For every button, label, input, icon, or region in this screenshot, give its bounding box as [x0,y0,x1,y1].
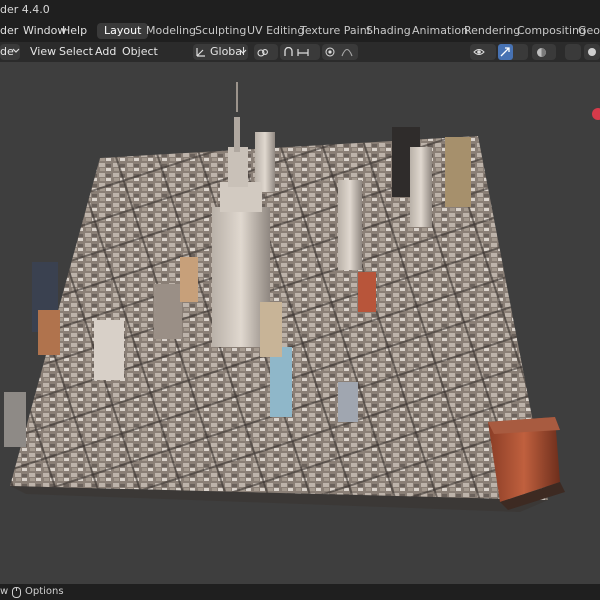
menu-add[interactable]: Add [95,45,116,58]
visibility-dropdown[interactable] [470,44,496,60]
shading-icon [536,47,547,58]
falloff-icon [341,47,353,57]
proportional-edit-icon [325,47,335,57]
menu-help[interactable]: Help [62,24,87,37]
menu-file-partial[interactable]: der [0,24,18,37]
building [270,347,292,417]
transform-orientation-dropdown[interactable]: Global [193,44,248,60]
tab-geometry-nodes[interactable]: Geom [571,23,600,39]
building [445,137,471,207]
building [154,284,182,339]
building [338,180,362,270]
building [180,257,198,302]
building [4,392,26,447]
building [38,310,60,355]
snap-controls[interactable] [280,44,320,60]
mouse-icon [12,587,21,598]
status-options[interactable]: Options [25,586,64,597]
title-bar: der 4.4.0 [0,0,600,20]
menu-object[interactable]: Object [122,45,158,58]
gizmo-icon [498,44,513,60]
viewport-shading-wireframe[interactable] [565,44,581,60]
building [358,272,376,312]
overlay-dropdown[interactable] [532,44,556,60]
top-menu-bar: der Window Help Layout Modeling Sculptin… [0,20,600,42]
viewport-header: de View Select Add Object Global [0,42,600,63]
menu-select[interactable]: Select [59,45,93,58]
gizmo-toggle[interactable] [498,44,528,60]
pivot-icon [257,47,268,58]
status-bar: w Options [0,584,600,600]
pivot-point-dropdown[interactable] [254,44,278,60]
menu-view[interactable]: View [30,45,56,58]
building [410,147,432,227]
viewport-shading-solid[interactable] [584,44,600,60]
menu-window[interactable]: Window [23,24,66,37]
snap-icon [283,47,294,58]
building [338,382,358,422]
chevron-down-icon [239,48,247,56]
snap-target-icon [297,47,309,58]
proportional-edit-controls[interactable] [322,44,358,60]
navigation-gizmo-x-axis[interactable] [592,108,600,120]
chevron-down-icon [12,47,20,55]
building [94,320,124,380]
status-left-text: w [0,586,9,597]
transform-orientation-icon [196,47,206,57]
city-model [4,82,565,512]
app-title: der 4.4.0 [0,3,50,16]
viewport-shading-solid-icon [587,47,597,57]
skyscraper-red [488,417,565,510]
mode-selector[interactable]: de [0,44,20,60]
3d-viewport[interactable] [0,62,600,584]
visibility-icon [473,47,485,57]
